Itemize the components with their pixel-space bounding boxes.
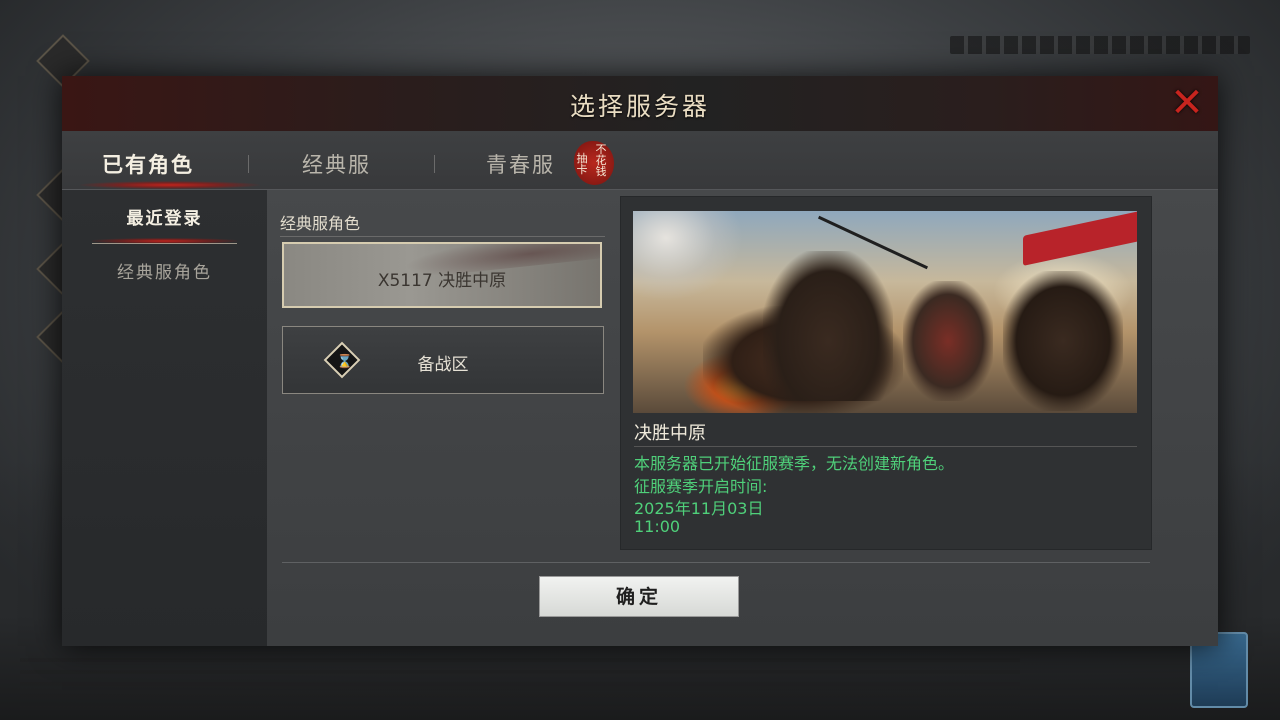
footer-divider — [282, 562, 1150, 563]
tab-existing-roles[interactable]: 已有角色 — [102, 149, 194, 179]
dialog-title: 选择服务器 — [569, 92, 710, 121]
server-card-selected[interactable]: X5117 决胜中原 — [282, 242, 602, 308]
list-header: 经典服角色 — [280, 214, 361, 233]
sidebar-item-recent-login[interactable]: 最近登录 — [62, 204, 267, 229]
server-status-text: 本服务器已开始征服赛季，无法创建新角色。 — [634, 454, 955, 473]
art-warrior — [903, 281, 993, 401]
season-start-date: 2025年11月03日 — [634, 499, 764, 518]
background-notice-text — [20, 650, 1020, 710]
sidebar-item-classic-roles[interactable]: 经典服角色 — [62, 258, 267, 283]
season-start-time: 11:00 — [634, 517, 681, 536]
art-horse — [1003, 271, 1123, 411]
prep-zone-card[interactable]: ⌛ 备战区 — [282, 326, 604, 394]
server-detail-panel: 决胜中原 本服务器已开始征服赛季，无法创建新角色。 征服赛季开启时间: 2025… — [620, 196, 1152, 550]
tab-bar: 已有角色 经典服 青春服 抽卡 不花钱 — [62, 131, 1218, 190]
tab-divider — [248, 155, 249, 173]
dialog-titlebar: 选择服务器 ✕ — [62, 76, 1218, 132]
server-card-label: X5117 决胜中原 — [377, 271, 507, 291]
background-blurred-text — [950, 36, 1250, 54]
art-flag — [633, 211, 743, 301]
tab-active-underline — [80, 181, 260, 189]
tab-classic-server[interactable]: 经典服 — [302, 149, 371, 179]
close-icon[interactable]: ✕ — [1166, 83, 1208, 124]
seal-text-free: 不花钱 — [595, 143, 607, 178]
tab-youth-server[interactable]: 青春服 — [486, 149, 555, 179]
sidebar: 最近登录 经典服角色 — [62, 190, 267, 646]
confirm-button[interactable]: 确定 — [539, 576, 739, 617]
sidebar-active-line — [92, 243, 237, 244]
prep-zone-label: 备战区 — [417, 355, 469, 375]
seal-text-draw: 抽卡 — [576, 152, 588, 176]
art-rider — [763, 251, 893, 401]
promo-seal-icon: 抽卡 不花钱 — [574, 141, 614, 185]
server-artwork-image — [633, 211, 1137, 413]
season-start-label: 征服赛季开启时间: — [634, 477, 768, 496]
server-detail-title: 决胜中原 — [634, 423, 706, 444]
tab-divider — [434, 155, 435, 173]
list-header-divider — [280, 236, 605, 237]
server-detail-divider — [634, 446, 1137, 447]
select-server-dialog: 选择服务器 ✕ 已有角色 经典服 青春服 抽卡 不花钱 最近登录 经典服角色 经… — [62, 76, 1218, 646]
